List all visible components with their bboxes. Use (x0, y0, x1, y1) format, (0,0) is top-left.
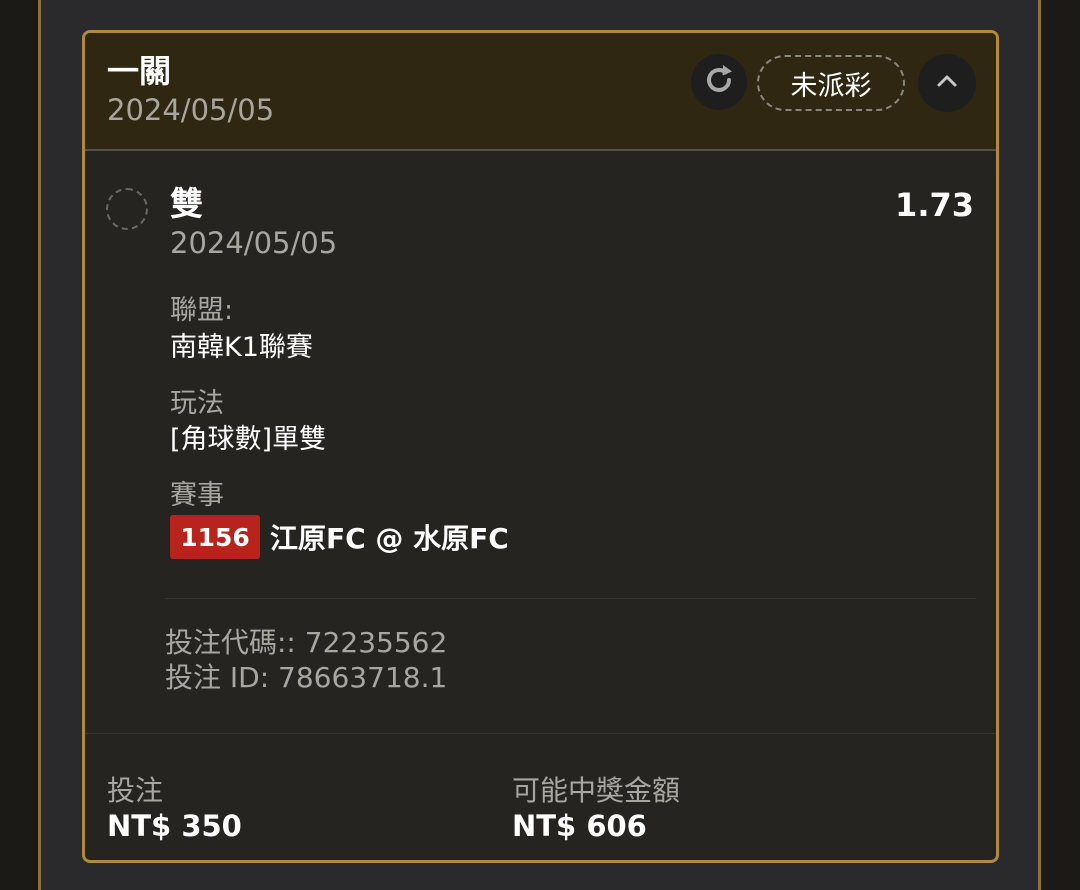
market-value: [角球數]單雙 (170, 424, 327, 455)
refresh-icon (699, 60, 739, 104)
refresh-button[interactable] (691, 54, 747, 110)
divider (165, 598, 976, 599)
payout-value: NT$ 606 (512, 809, 647, 843)
collapse-button[interactable] (918, 54, 976, 112)
card-header: 一關 2024/05/05 未派彩 (85, 33, 996, 151)
status-badge: 未派彩 (757, 55, 905, 111)
bet-code: 投注代碼:: 72235562 (165, 626, 448, 659)
bet-id: 投注 ID: 78663718.1 (165, 661, 448, 694)
bet-type-title: 一關 (107, 52, 172, 90)
chevron-up-icon (933, 67, 961, 99)
league-label: 聯盟: (170, 295, 234, 326)
stake-value: NT$ 350 (107, 809, 242, 843)
market-label: 玩法 (170, 388, 224, 419)
league-value: 南韓K1聯賽 (170, 332, 313, 363)
selection-radio[interactable] (106, 188, 148, 230)
event-row: 1156 江原FC @ 水原FC (170, 514, 509, 560)
bet-date: 2024/05/05 (107, 93, 275, 127)
footer-divider (85, 733, 996, 734)
payout-label: 可能中獎金額 (512, 774, 681, 807)
selection-date: 2024/05/05 (170, 226, 338, 260)
bet-slip-card: 一關 2024/05/05 未派彩 雙 1.73 2024/05/05 聯盟: … (82, 30, 999, 863)
selection-name: 雙 (170, 184, 203, 223)
odds-value: 1.73 (895, 186, 974, 224)
stake-label: 投注 (107, 774, 164, 807)
match-number-badge: 1156 (170, 515, 260, 559)
event-label: 賽事 (170, 480, 224, 511)
match-name: 江原FC @ 水原FC (270, 522, 509, 555)
